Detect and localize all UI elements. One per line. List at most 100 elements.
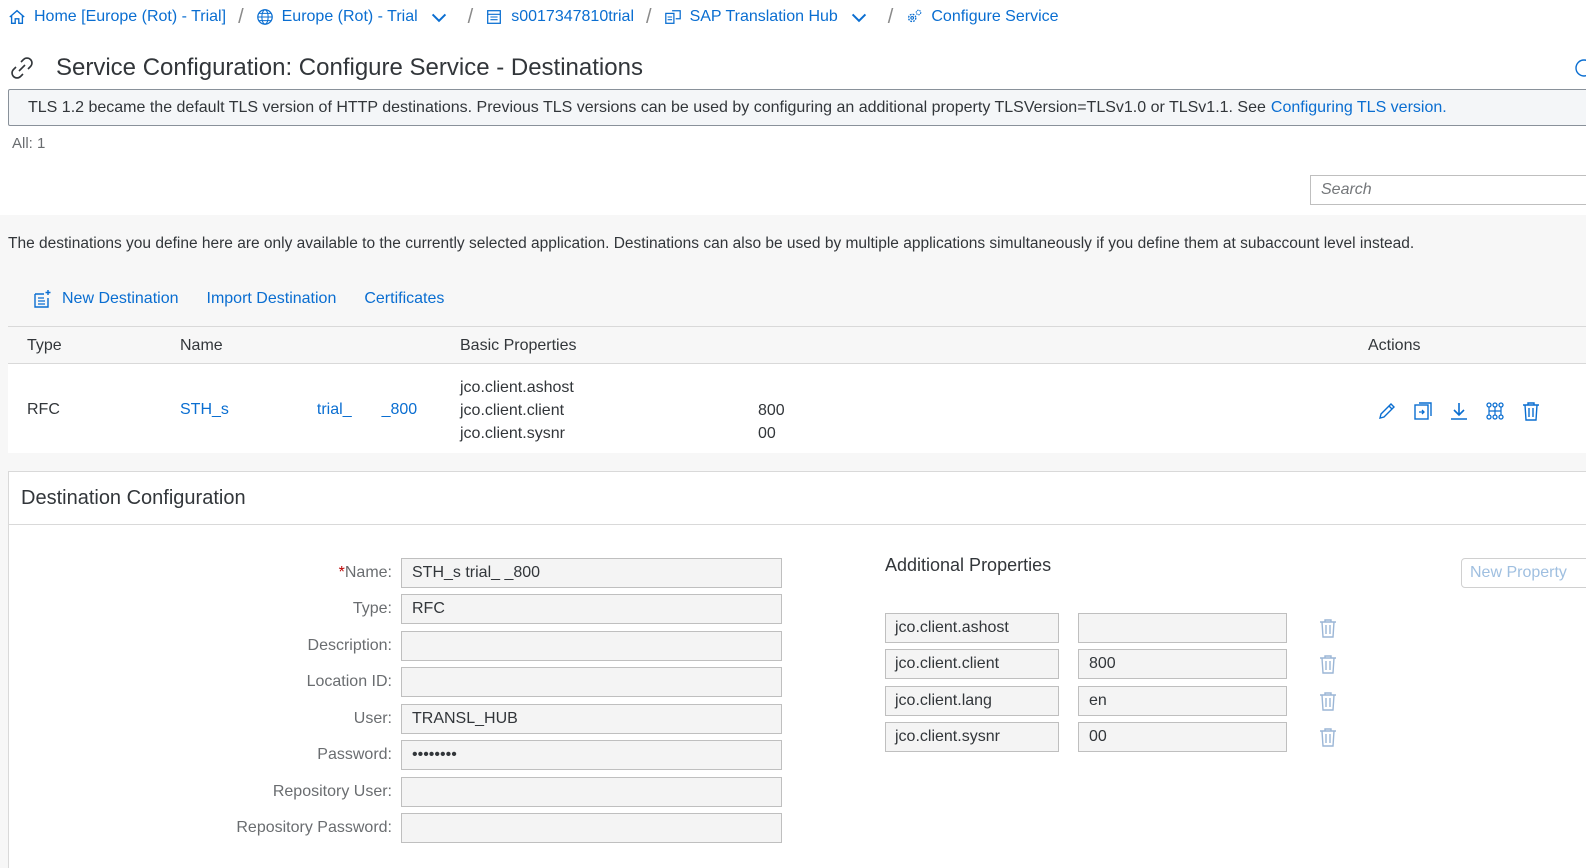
breadcrumb-separator: / [467, 5, 474, 28]
destination-toolbar: New Destination Import Destination Certi… [32, 284, 472, 314]
property-value-field[interactable]: 00 [1078, 722, 1287, 752]
home-icon [9, 9, 25, 24]
import-destination-label: Import Destination [206, 290, 337, 307]
breadcrumb-configure[interactable]: Configure Service [905, 8, 1059, 26]
breadcrumb-service[interactable]: SAP Translation Hub [664, 8, 876, 26]
description-label: Description: [307, 637, 392, 654]
user-field[interactable]: TRANSL_HUB [401, 704, 782, 734]
property-value-field[interactable] [1078, 613, 1287, 643]
name-field-row: *Name: STH_s trial_ _800 [9, 558, 782, 588]
additional-property-row: jco.client.ashost [885, 613, 1338, 643]
name-field[interactable]: STH_s trial_ _800 [401, 558, 782, 588]
password-field[interactable]: •••••••• [401, 740, 782, 770]
subaccount-icon [487, 10, 502, 24]
user-label: User: [353, 710, 392, 727]
breadcrumb-separator: / [646, 5, 652, 28]
name-segment: _800 [381, 401, 418, 418]
basic-properties-keys: jco.client.ashost jco.client.client jco.… [460, 376, 574, 445]
delete-icon[interactable] [1520, 400, 1542, 422]
check-connection-icon[interactable] [1484, 400, 1506, 422]
certificates-label: Certificates [364, 290, 445, 307]
edit-icon[interactable] [1376, 400, 1398, 422]
property-key: jco.client.sysnr [460, 425, 565, 442]
description-field[interactable] [401, 631, 782, 661]
row-actions [1376, 400, 1556, 422]
breadcrumb-home[interactable]: Home [Europe (Rot) - Trial] [8, 8, 226, 26]
destination-name-link[interactable]: STH_s trial_ _800 [180, 401, 417, 419]
property-value-field[interactable]: 800 [1078, 649, 1287, 679]
column-header-basic-properties: Basic Properties [460, 337, 577, 354]
destinations-table: Type Name Basic Properties Actions RFC S… [8, 326, 1586, 453]
certificates-button[interactable]: Certificates [364, 290, 444, 308]
link-icon [11, 57, 33, 79]
column-header-type[interactable]: Type [27, 337, 62, 355]
property-value [758, 376, 785, 399]
trash-icon[interactable] [1318, 690, 1338, 712]
repository-password-label: Repository Password: [236, 819, 392, 836]
name-label-text: Name: [344, 564, 392, 581]
clone-icon[interactable] [1412, 400, 1434, 422]
breadcrumb-home-label: Home [Europe (Rot) - Trial] [34, 8, 227, 25]
repository-user-field[interactable] [401, 777, 782, 807]
additional-property-row: jco.client.sysnr 00 [885, 722, 1338, 752]
repository-password-field[interactable] [401, 813, 782, 843]
name-label: *Name: [9, 564, 401, 582]
page-header: Service Configuration: Configure Service… [8, 50, 643, 86]
table-row[interactable]: RFC STH_s trial_ _800 jco.client.ashost jc… [8, 364, 1586, 453]
location-id-label: Location ID: [306, 673, 392, 690]
property-key-field[interactable]: jco.client.ashost [885, 613, 1059, 643]
type-field-row: Type: RFC [9, 594, 782, 624]
breadcrumb-separator: / [887, 5, 894, 28]
additional-property-row: jco.client.client 800 [885, 649, 1338, 679]
breadcrumb-service-label: SAP Translation Hub [689, 8, 838, 25]
search-input[interactable]: Search [1310, 175, 1586, 205]
basic-properties-values: 800 00 [758, 376, 785, 445]
property-key-field[interactable]: jco.client.sysnr [885, 722, 1059, 752]
trash-icon[interactable] [1318, 726, 1338, 748]
chevron-down-icon[interactable] [430, 8, 448, 26]
type-label: Type: [352, 600, 392, 617]
new-document-icon [34, 290, 51, 308]
property-key: jco.client.client [460, 402, 565, 419]
column-header-name[interactable]: Name [180, 337, 223, 355]
password-field-row: Password: •••••••• [9, 740, 782, 770]
additional-property-row: jco.client.lang en [885, 686, 1338, 716]
breadcrumb: Home [Europe (Rot) - Trial] / Europe (Ro… [8, 0, 1059, 34]
type-field[interactable]: RFC [401, 594, 782, 624]
property-key-field[interactable]: jco.client.lang [885, 686, 1059, 716]
name-segment: STH_s [180, 401, 229, 418]
globe-icon [256, 9, 273, 25]
trash-icon[interactable] [1318, 617, 1338, 639]
destination-configuration-panel: Destination Configuration *Name: STH_s t… [8, 471, 1586, 868]
destination-configuration-title: Destination Configuration [9, 472, 1586, 525]
repository-user-field-row: Repository User: [9, 777, 782, 807]
new-destination-button[interactable]: New Destination [32, 289, 179, 309]
import-destination-button[interactable]: Import Destination [207, 290, 337, 308]
destinations-description: The destinations you define here are onl… [8, 235, 1415, 252]
property-value: 00 [758, 425, 776, 442]
info-message-text: TLS 1.2 became the default TLS version o… [28, 98, 1266, 116]
breadcrumb-subaccount[interactable]: s0017347810trial [485, 8, 634, 26]
new-destination-label: New Destination [62, 290, 179, 307]
breadcrumb-region[interactable]: Europe (Rot) - Trial [256, 8, 456, 26]
breadcrumb-configure-label: Configure Service [931, 8, 1059, 25]
location-id-field[interactable] [401, 667, 782, 697]
destination-count: All: 1 [12, 135, 46, 152]
table-header: Type Name Basic Properties Actions [8, 326, 1586, 364]
property-key-field[interactable]: jco.client.client [885, 649, 1059, 679]
description-field-row: Description: [9, 631, 782, 661]
additional-properties-title: Additional Properties [885, 555, 1052, 575]
property-value-field[interactable]: en [1078, 686, 1287, 716]
tls-docs-link[interactable]: Configuring TLS version. [1271, 99, 1447, 117]
gears-icon [908, 9, 922, 23]
chevron-down-icon[interactable] [850, 8, 868, 26]
help-icon[interactable] [1574, 58, 1586, 78]
download-icon[interactable] [1448, 400, 1470, 422]
breadcrumb-subaccount-label: s0017347810trial [511, 8, 634, 25]
new-property-button[interactable]: New Property [1461, 558, 1586, 588]
property-key: jco.client.ashost [460, 379, 574, 396]
user-field-row: User: TRANSL_HUB [9, 704, 782, 734]
trash-icon[interactable] [1318, 653, 1338, 675]
page-title: Service Configuration: Configure Service… [56, 54, 643, 81]
name-segment: trial_ [316, 401, 352, 418]
